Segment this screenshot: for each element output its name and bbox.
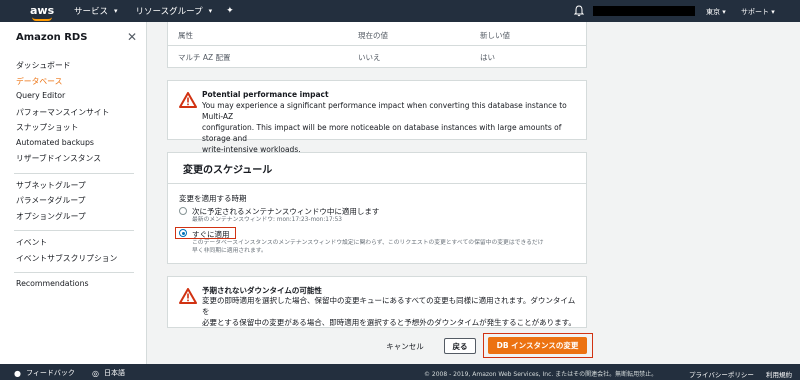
chevron-down-icon: ▾ [208,7,213,15]
schedule-section: 変更のスケジュール 変更を適用する時期 次に予定されるメンテナンスウィンドウ中に… [167,152,587,264]
footer-bar: ● フィードバック ◎ 日本語 © 2008 - 2019, Amazon We… [0,364,800,380]
resource-groups-menu[interactable]: リソースグループ ▾ [136,5,213,17]
column-header-current-value: 現在の値 [358,31,388,40]
support-label: サポート [741,8,769,16]
option-next-window-hint: 最新のメンテナンスウィンドウ: mon:17:23-mon:17:53 [192,217,342,223]
column-header-new-value: 新しい値 [480,31,510,40]
table-header: 属性 現在の値 新しい値 [168,22,586,46]
services-menu-label: サービス [74,7,109,17]
resource-groups-menu-label: リソースグループ [135,7,203,17]
radio-apply-next-window[interactable] [179,207,187,215]
cell-attribute: マルチ AZ 配置 [178,53,231,62]
sidebar-item[interactable]: Recommendations [16,279,140,295]
copyright-text: © 2008 - 2019, Amazon Web Services, Inc.… [424,371,658,378]
language-label: 日本語 [103,369,125,377]
apply-timing-label: 変更を適用する時期 [179,194,247,203]
globe-icon: ◎ [92,368,99,378]
sidebar-item[interactable]: Automated backups [16,138,140,154]
warning-icon [179,92,197,108]
account-menu[interactable] [593,6,695,16]
option-apply-immediately-hint: このデータベースインスタンスのメンテナンスウィンドウ設定に関わらず、このリクエス… [192,239,584,255]
services-menu[interactable]: サービス ▾ [74,5,118,17]
sidebar-item[interactable]: パフォーマンスインサイト [16,107,140,123]
alert-line: You may experience a significant perform… [202,101,567,121]
sidebar-divider [14,230,134,231]
sidebar-item[interactable]: イベントサブスクリプション [16,253,140,269]
sidebar-title: Amazon RDS [16,32,88,43]
sidebar-item[interactable]: Query Editor [16,91,140,107]
sidebar-item[interactable]: サブネットグループ [16,180,140,196]
warning-icon [179,288,197,304]
sidebar-nav: ダッシュボード データベース Query Editor パフォーマンスインサイト スナッ… [14,60,140,295]
changes-summary-table: 属性 現在の値 新しい値 マルチ AZ 配置 いいえ はい [167,22,587,68]
alert-title: Potential performance impact [202,90,329,99]
bell-icon[interactable] [574,5,584,17]
feedback-label: フィードバック [25,369,75,377]
back-button[interactable]: 戻る [444,338,476,354]
downtime-alert: 予期されないダウンタイムの可能性 変更の即時適用を選択した場合、保留中の変更キュ… [167,276,587,328]
sidebar-item[interactable]: ダッシュボード [16,60,140,76]
performance-impact-alert: Potential performance impact You may exp… [167,80,587,154]
sidebar-item[interactable]: データベース [16,76,140,92]
cell-current-value: いいえ [358,53,381,62]
sidebar: Amazon RDS ✕ ダッシュボード データベース Query Editor パフ… [0,22,147,364]
privacy-policy-link[interactable]: プライバシーポリシー [689,369,754,379]
sidebar-item[interactable]: イベント [16,237,140,253]
chevron-down-icon: ▾ [722,8,726,16]
radio-apply-immediately[interactable] [179,229,187,237]
sidebar-item[interactable]: リザーブドインスタンス [16,153,140,169]
sidebar-divider [14,172,134,174]
hint-line: 早く非同期に適用されます。 [192,248,267,254]
alert-body: You may experience a significant perform… [202,100,582,155]
hint-line: このデータベースインスタンスのメンテナンスウィンドウ設定に関わらず、このリクエス… [192,240,544,246]
column-header-attribute: 属性 [178,31,193,40]
region-label: 東京 [706,8,720,16]
section-header: 変更のスケジュール [168,153,586,184]
support-menu[interactable]: サポート ▾ [741,7,775,17]
sidebar-item[interactable]: オプショングループ [16,211,140,227]
feedback-link[interactable]: ● フィードバック [14,368,75,378]
aws-smile-icon [32,17,52,21]
pin-icon[interactable]: ✦ [226,6,234,16]
terms-of-use-link[interactable]: 利用規約 [766,369,792,379]
cell-new-value: はい [480,53,495,62]
chevron-down-icon: ▾ [771,8,775,16]
alert-body: 変更の即時適用を選択した場合、保留中の変更キューにあるすべての変更も同様に適用さ… [202,295,582,328]
chevron-down-icon: ▾ [114,7,118,15]
chat-bubble-icon: ● [14,368,21,378]
section-title: 変更のスケジュール [183,165,273,176]
sidebar-item[interactable]: スナップショット [16,122,140,138]
aws-logo[interactable]: aws [30,4,56,21]
region-selector[interactable]: 東京 ▾ [706,7,726,17]
modify-db-instance-button[interactable]: DB インスタンスの変更 [488,337,587,354]
close-icon[interactable]: ✕ [127,30,137,44]
aws-logo-text: aws [30,4,55,17]
sidebar-item[interactable]: パラメータグループ [16,195,140,211]
language-selector[interactable]: ◎ 日本語 [92,368,125,378]
alert-line: 必要とする保留中の変更がある場合、即時適用を選択すると予想外のダウンタイムが発生… [202,318,576,327]
sidebar-divider [14,272,134,273]
alert-line: configuration. This impact will be more … [202,123,562,143]
cancel-button[interactable]: キャンセル [380,338,430,354]
alert-line: 変更の即時適用を選択した場合、保留中の変更キューにあるすべての変更も同様に適用さ… [202,296,576,316]
